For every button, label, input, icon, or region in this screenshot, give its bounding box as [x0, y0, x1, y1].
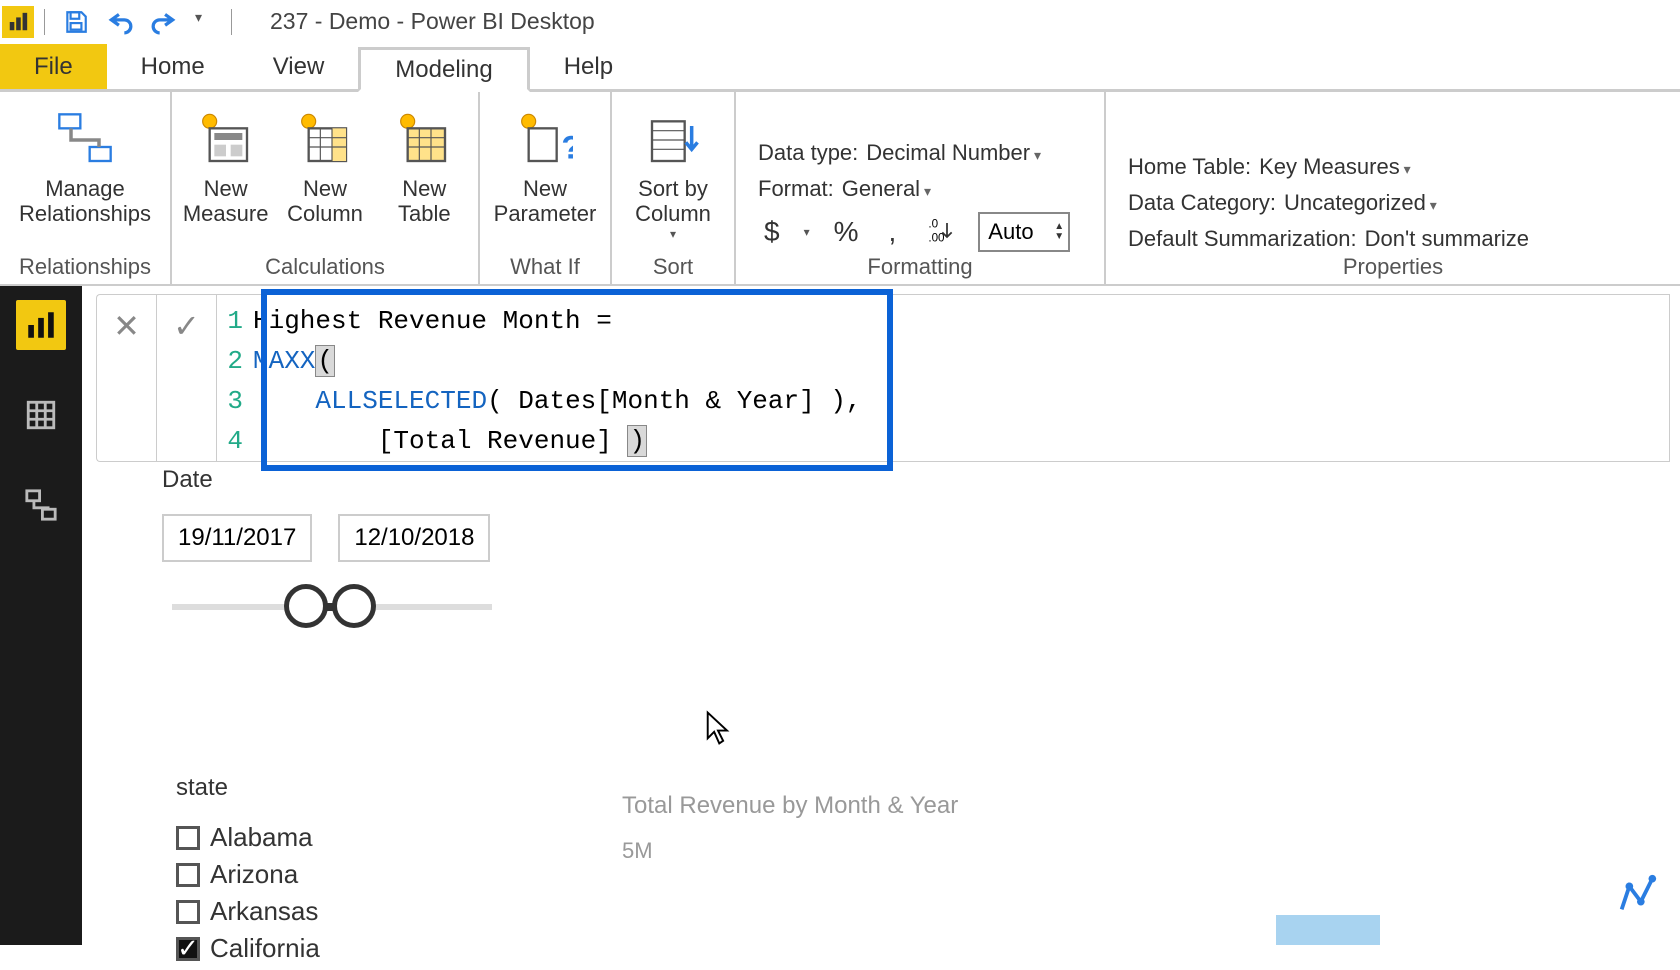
tab-help[interactable]: Help — [530, 44, 647, 89]
data-category-dropdown[interactable]: Data Category: Uncategorized — [1128, 190, 1658, 216]
new-table-button[interactable]: New Table — [379, 98, 470, 227]
group-formatting: Formatting — [744, 252, 1096, 280]
state-option[interactable]: Alabama — [176, 822, 536, 853]
default-summarization-dropdown[interactable]: Default Summarization: Don't summarize — [1128, 226, 1658, 252]
tooltip-box — [1276, 915, 1380, 945]
model-view-button[interactable] — [16, 480, 66, 530]
tab-view[interactable]: View — [239, 44, 359, 89]
redo-icon[interactable] — [151, 9, 177, 35]
manage-relationships-button[interactable]: Manage Relationships — [8, 98, 162, 227]
undo-icon[interactable] — [107, 9, 133, 35]
state-option[interactable]: Arkansas — [176, 896, 536, 927]
decimal-places-spinner[interactable]: ▲▼ — [978, 212, 1070, 252]
checkbox-icon[interactable]: ✓ — [176, 937, 200, 961]
checkbox-icon[interactable] — [176, 900, 200, 924]
tab-file[interactable]: File — [0, 44, 107, 89]
tab-home[interactable]: Home — [107, 44, 239, 89]
data-type-dropdown[interactable]: Data type: Decimal Number — [758, 140, 1082, 166]
relationships-icon — [53, 108, 117, 172]
chart-title: Total Revenue by Month & Year — [622, 792, 958, 820]
report-view-button[interactable] — [16, 300, 66, 350]
formula-commit-button[interactable]: ✓ — [156, 294, 216, 462]
date-end-input[interactable]: 12/10/2018 — [338, 514, 490, 562]
group-sort: Sort — [620, 252, 726, 280]
chart-ytick: 5M — [622, 838, 653, 864]
home-table-dropdown[interactable]: Home Table: Key Measures — [1128, 154, 1658, 180]
decimals-icon[interactable]: .0.00 — [920, 216, 960, 249]
state-option[interactable]: ✓California — [176, 933, 536, 964]
new-parameter-button[interactable]: ? New Parameter — [488, 98, 602, 227]
new-parameter-icon: ? — [513, 108, 577, 172]
sort-by-column-button[interactable]: Sort by Column ▾ — [620, 98, 726, 241]
date-slicer[interactable]: Date 19/11/2017 12/10/2018 — [162, 466, 562, 622]
state-slicer[interactable]: state AlabamaArizonaArkansas✓California — [176, 774, 536, 970]
group-whatif: What If — [488, 252, 602, 280]
comma-button[interactable]: , — [883, 216, 903, 248]
window-title: 237 - Demo - Power BI Desktop — [270, 8, 595, 35]
save-icon[interactable] — [63, 9, 89, 35]
group-relationships: Relationships — [8, 252, 162, 280]
tab-modeling[interactable]: Modeling — [358, 47, 529, 92]
new-measure-icon — [194, 108, 258, 172]
app-logo — [2, 6, 34, 38]
group-properties: Properties — [1114, 252, 1672, 280]
date-range-slider[interactable] — [172, 592, 492, 622]
new-table-icon — [392, 108, 456, 172]
currency-button[interactable]: $ — [758, 216, 786, 248]
cursor-icon — [704, 710, 732, 749]
percent-button[interactable]: % — [828, 216, 865, 248]
format-dropdown[interactable]: Format: General — [758, 176, 1082, 202]
svg-text:?: ? — [561, 129, 573, 166]
formula-editor[interactable]: 1Highest Revenue Month =2MAXX(3 ALLSELEC… — [216, 294, 1670, 462]
state-option[interactable]: Arizona — [176, 859, 536, 890]
slider-thumb-end[interactable] — [332, 584, 376, 628]
svg-text:.0: .0 — [929, 217, 939, 230]
checkbox-icon[interactable] — [176, 826, 200, 850]
formula-cancel-button[interactable]: ✕ — [96, 294, 156, 462]
checkbox-icon[interactable] — [176, 863, 200, 887]
sort-icon — [641, 108, 705, 172]
new-column-button[interactable]: New Column — [279, 98, 370, 227]
group-calculations: Calculations — [180, 252, 470, 280]
slider-thumb-start[interactable] — [284, 584, 328, 628]
new-column-icon — [293, 108, 357, 172]
data-view-button[interactable] — [16, 390, 66, 440]
qat-customize-icon[interactable]: ▾ — [195, 9, 221, 35]
subscribe-icon[interactable] — [1614, 871, 1660, 917]
new-measure-button[interactable]: New Measure — [180, 98, 271, 227]
date-start-input[interactable]: 19/11/2017 — [162, 514, 312, 562]
